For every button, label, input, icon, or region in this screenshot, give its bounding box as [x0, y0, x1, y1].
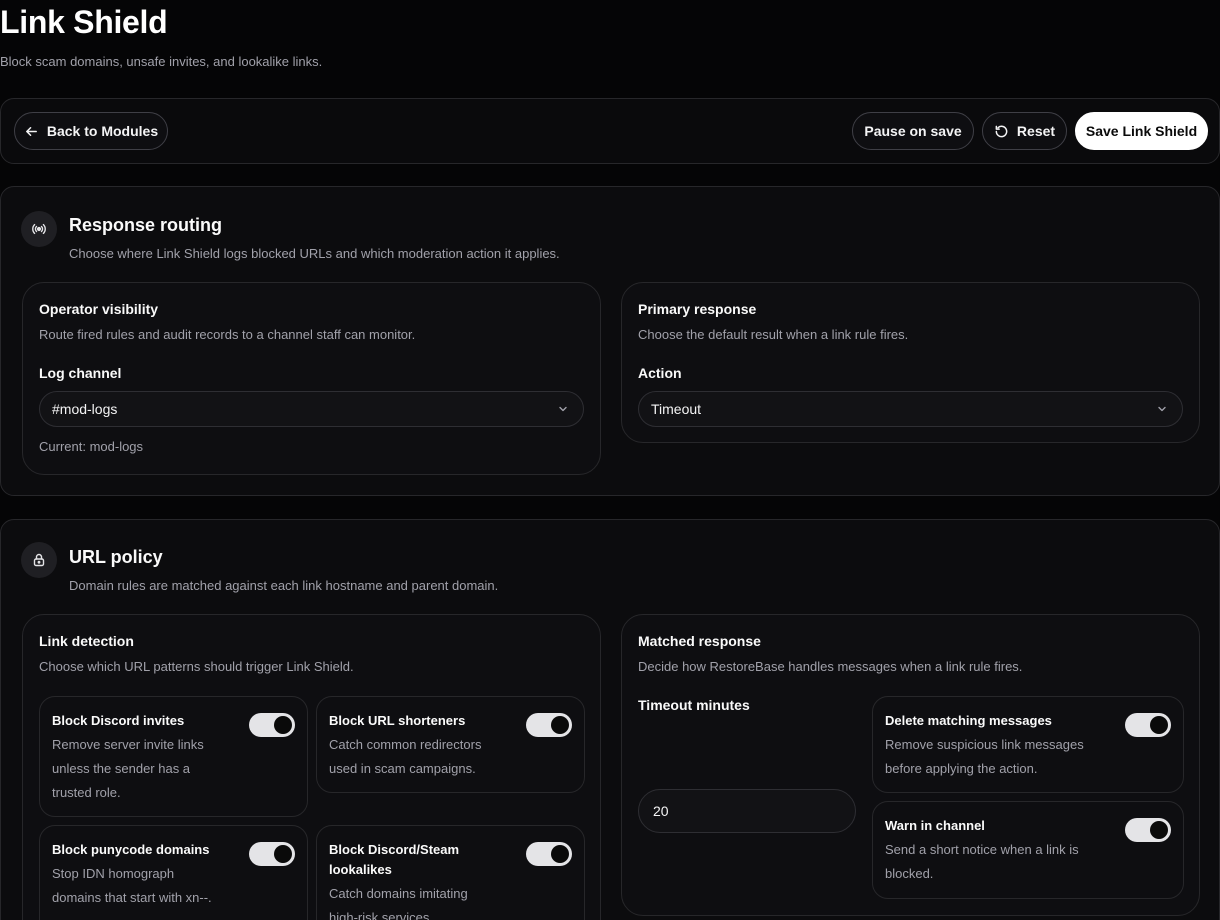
pause-on-save-label: Pause on save	[864, 123, 962, 139]
card-description: Route fired rules and audit records to a…	[39, 327, 416, 342]
warn-in-channel-toggle[interactable]	[1125, 818, 1171, 842]
url-policy-section: URL policy Domain rules are matched agai…	[0, 519, 1220, 920]
log-channel-current: Current: mod-logs	[39, 439, 144, 454]
reset-icon	[995, 125, 1008, 137]
response-routing-icon-wrap	[21, 211, 57, 247]
action-value: Timeout	[651, 401, 702, 417]
matched-response-card: Matched response Decide how RestoreBase …	[621, 614, 1200, 916]
toolbar: Back to Modules Pause on save Reset Save…	[0, 98, 1220, 164]
block-lookalikes-toggle[interactable]	[526, 842, 572, 866]
arrow-left-icon	[25, 126, 37, 136]
toggle-knob	[274, 845, 292, 863]
toggle-title: Warn in channel	[885, 818, 985, 833]
operator-visibility-card: Operator visibility Route fired rules an…	[22, 282, 601, 475]
log-channel-select[interactable]: #mod-logs	[39, 391, 584, 427]
log-channel-value: #mod-logs	[52, 401, 118, 417]
toggle-description: Remove suspicious link messages before a…	[885, 737, 1084, 776]
card-title: Link detection	[39, 633, 134, 649]
card-description: Choose the default result when a link ru…	[638, 327, 909, 342]
section-description: Choose where Link Shield logs blocked UR…	[69, 246, 560, 261]
section-title: Response routing	[69, 215, 223, 235]
toggle-knob	[551, 845, 569, 863]
block-punycode-domains-toggle[interactable]	[249, 842, 295, 866]
toggle-title: Block URL shorteners	[329, 713, 466, 728]
broadcast-icon	[32, 223, 46, 235]
section-description: Domain rules are matched against each li…	[69, 578, 499, 593]
card-title: Operator visibility	[39, 301, 159, 317]
toggle-knob	[274, 716, 292, 734]
primary-response-card: Primary response Choose the default resu…	[621, 282, 1200, 443]
timeout-minutes-label: Timeout minutes	[638, 697, 750, 713]
toggle-description: Catch common redirectors used in scam ca…	[329, 737, 482, 776]
toggle-title: Delete matching messages	[885, 713, 1052, 728]
card-title: Primary response	[638, 301, 757, 317]
back-to-modules-label: Back to Modules	[46, 123, 159, 139]
toggle-title: Block Discord invites	[52, 713, 185, 728]
block-lookalikes-card: Block Discord/Steam lookalikes Catch dom…	[316, 825, 585, 920]
toggle-description: Send a short notice when a link is block…	[885, 842, 1079, 881]
save-link-shield-button[interactable]: Save Link Shield	[1075, 112, 1208, 150]
card-title: Matched response	[638, 633, 761, 649]
toggle-description: Catch domains imitating high-risk servic…	[329, 886, 468, 920]
card-description: Choose which URL patterns should trigger…	[39, 659, 354, 674]
section-title: URL policy	[69, 547, 163, 567]
toggle-knob	[551, 716, 569, 734]
timeout-minutes-input[interactable]	[638, 789, 856, 833]
action-select[interactable]: Timeout	[638, 391, 1183, 427]
block-discord-invites-toggle[interactable]	[249, 713, 295, 737]
save-link-shield-label: Save Link Shield	[1085, 123, 1198, 139]
delete-matching-messages-toggle[interactable]	[1125, 713, 1171, 737]
block-url-shorteners-toggle[interactable]	[526, 713, 572, 737]
delete-matching-messages-card: Delete matching messages Remove suspicio…	[872, 696, 1184, 793]
response-routing-section: Response routing Choose where Link Shiel…	[0, 186, 1220, 496]
log-channel-label: Log channel	[39, 365, 122, 381]
card-description: Decide how RestoreBase handles messages …	[638, 659, 1023, 674]
reset-label: Reset	[1016, 123, 1056, 139]
page-title: Link Shield	[0, 4, 168, 40]
toggle-description: Remove server invite links unless the se…	[52, 737, 204, 800]
block-url-shorteners-card: Block URL shorteners Catch common redire…	[316, 696, 585, 793]
toggle-knob	[1150, 716, 1168, 734]
block-discord-invites-card: Block Discord invites Remove server invi…	[39, 696, 308, 817]
pause-on-save-button[interactable]: Pause on save	[852, 112, 974, 150]
toggle-knob	[1150, 821, 1168, 839]
url-policy-icon-wrap	[21, 542, 57, 578]
block-punycode-domains-card: Block punycode domains Stop IDN homograp…	[39, 825, 308, 920]
lock-icon	[33, 553, 45, 567]
reset-button[interactable]: Reset	[982, 112, 1067, 150]
back-to-modules-button[interactable]: Back to Modules	[14, 112, 168, 150]
warn-in-channel-card: Warn in channel Send a short notice when…	[872, 801, 1184, 899]
toggle-title: Block Discord/Steam lookalikes	[329, 842, 460, 877]
toggle-description: Stop IDN homograph domains that start wi…	[52, 866, 212, 905]
chevron-down-icon	[1158, 406, 1166, 412]
action-label: Action	[638, 365, 682, 381]
page-subtitle: Block scam domains, unsafe invites, and …	[0, 54, 323, 69]
toggle-title: Block punycode domains	[52, 842, 210, 857]
chevron-down-icon	[559, 406, 567, 412]
link-detection-card: Link detection Choose which URL patterns…	[22, 614, 601, 920]
